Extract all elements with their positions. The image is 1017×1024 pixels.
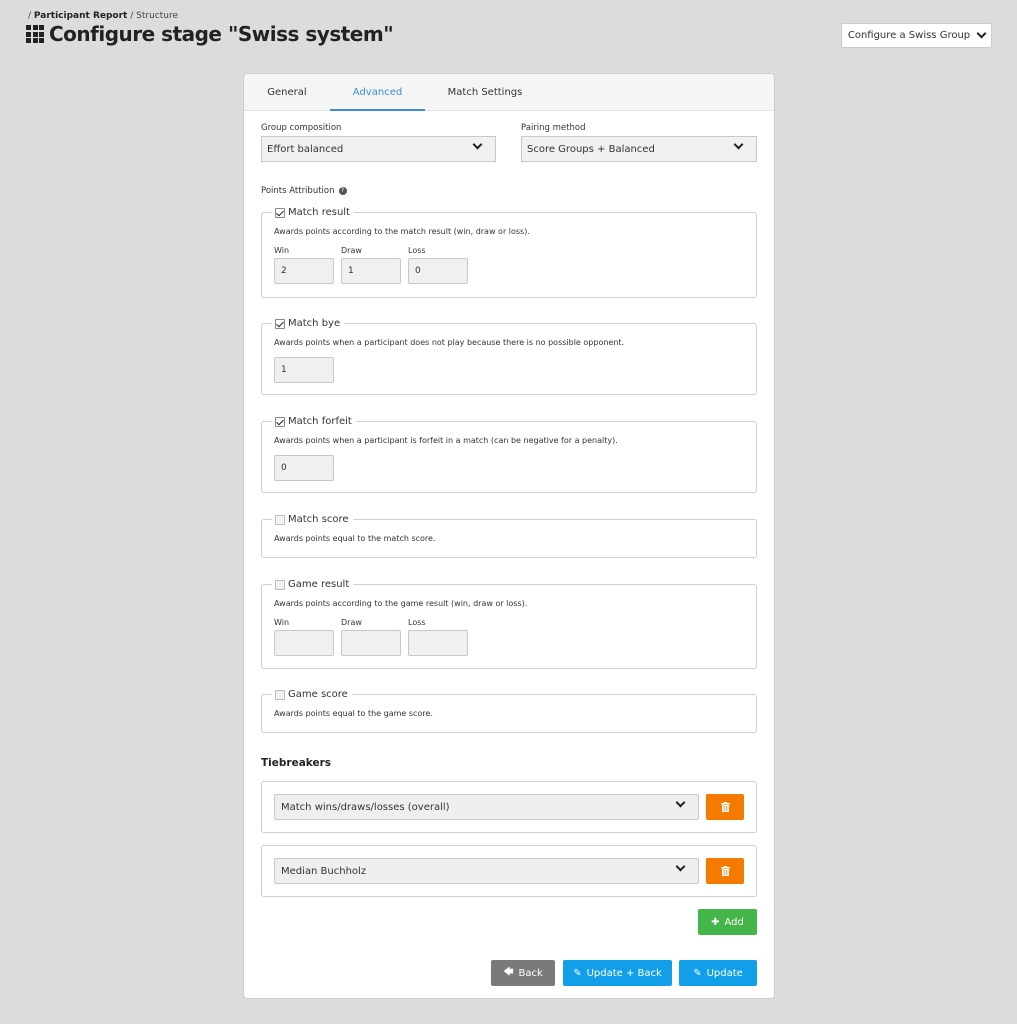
match-forfeit-legend[interactable]: Match forfeit xyxy=(272,414,356,429)
game-draw-points-input[interactable] xyxy=(341,630,401,656)
plus-icon: ✚ xyxy=(711,916,720,928)
add-tiebreaker-button[interactable]: ✚ Add xyxy=(698,909,757,935)
group-composition-select[interactable]: Effort balanced xyxy=(261,136,496,162)
tiebreaker-select[interactable]: Match wins/draws/losses (overall) xyxy=(274,794,699,820)
page-title-row: Configure stage "Swiss system" xyxy=(26,22,394,46)
match-bye-fieldset: Match bye Awards points when a participa… xyxy=(261,316,757,395)
pairing-method-select[interactable]: Score Groups + Balanced xyxy=(521,136,757,162)
game-score-description: Awards points equal to the game score. xyxy=(274,709,433,718)
trash-icon xyxy=(720,866,730,876)
group-composition-label: Group composition xyxy=(261,123,342,133)
draw-label: Draw xyxy=(341,246,362,255)
question-circle-icon[interactable]: ? xyxy=(338,186,347,195)
match-forfeit-checkbox[interactable] xyxy=(275,416,285,427)
breadcrumb: / Participant Report / Structure xyxy=(28,11,179,21)
tab-general[interactable]: General xyxy=(244,74,330,111)
back-button[interactable]: 🡄 Back xyxy=(491,960,555,986)
chevron-down-icon xyxy=(675,797,686,808)
stage-config-card: General Advanced Match Settings Group co… xyxy=(243,73,775,999)
delete-tiebreaker-button[interactable] xyxy=(706,858,744,884)
match-bye-points-input[interactable]: 1 xyxy=(274,357,334,383)
game-result-description: Awards points according to the game resu… xyxy=(274,599,528,608)
breadcrumb-current: Structure xyxy=(136,11,179,21)
chevron-down-icon xyxy=(733,139,744,150)
match-bye-checkbox[interactable] xyxy=(275,318,285,329)
game-result-checkbox[interactable] xyxy=(275,579,285,590)
match-win-points-input[interactable]: 2 xyxy=(274,258,334,284)
update-button[interactable]: ✎ Update xyxy=(679,960,757,986)
tab-advanced[interactable]: Advanced xyxy=(330,74,425,111)
match-score-description: Awards points equal to the match score. xyxy=(274,534,436,543)
draw-label: Draw xyxy=(341,618,362,627)
grid-icon xyxy=(26,25,44,43)
pencil-icon: ✎ xyxy=(573,967,582,979)
trash-icon xyxy=(720,802,730,812)
game-loss-points-input[interactable] xyxy=(408,630,468,656)
match-draw-points-input[interactable]: 1 xyxy=(341,258,401,284)
tiebreaker-item: Median Buchholz xyxy=(261,845,757,897)
win-label: Win xyxy=(274,246,290,255)
update-back-button[interactable]: ✎ Update + Back xyxy=(563,960,672,986)
loss-label: Loss xyxy=(408,246,426,255)
game-score-checkbox[interactable] xyxy=(275,689,285,700)
points-attribution-label: Points Attribution? xyxy=(261,186,347,196)
match-score-legend[interactable]: Match score xyxy=(272,512,353,527)
configure-swiss-group-button[interactable]: Configure a Swiss Group xyxy=(841,23,992,48)
match-loss-points-input[interactable]: 0 xyxy=(408,258,468,284)
tab-match-settings[interactable]: Match Settings xyxy=(430,74,540,111)
game-score-legend[interactable]: Game score xyxy=(272,687,352,702)
tiebreakers-title: Tiebreakers xyxy=(261,757,332,769)
match-result-legend[interactable]: Match result xyxy=(272,205,354,220)
match-bye-description: Awards points when a participant does no… xyxy=(274,338,625,347)
chevron-down-icon xyxy=(976,28,987,39)
game-score-fieldset: Game score Awards points equal to the ga… xyxy=(261,687,757,733)
pairing-method-label: Pairing method xyxy=(521,123,586,133)
game-result-fieldset: Game result Awards points according to t… xyxy=(261,577,757,669)
loss-label: Loss xyxy=(408,618,426,627)
match-forfeit-description: Awards points when a participant is forf… xyxy=(274,436,618,445)
tiebreaker-item: Match wins/draws/losses (overall) xyxy=(261,781,757,833)
match-forfeit-points-input[interactable]: 0 xyxy=(274,455,334,481)
game-result-legend[interactable]: Game result xyxy=(272,577,354,592)
breadcrumb-link-participant-report[interactable]: Participant Report xyxy=(34,11,127,21)
match-bye-legend[interactable]: Match bye xyxy=(272,316,345,331)
chevron-down-icon xyxy=(472,139,483,150)
chevron-down-icon xyxy=(675,861,686,872)
match-score-fieldset: Match score Awards points equal to the m… xyxy=(261,512,757,558)
match-result-fieldset: Match result Awards points according to … xyxy=(261,205,757,298)
tab-bar: General Advanced Match Settings xyxy=(244,74,774,111)
delete-tiebreaker-button[interactable] xyxy=(706,794,744,820)
game-win-points-input[interactable] xyxy=(274,630,334,656)
match-result-checkbox[interactable] xyxy=(275,207,285,218)
pencil-icon: ✎ xyxy=(693,967,702,979)
match-score-checkbox[interactable] xyxy=(275,514,285,525)
arrow-left-icon: 🡄 xyxy=(503,966,514,978)
page-title: Configure stage "Swiss system" xyxy=(49,22,394,46)
win-label: Win xyxy=(274,618,290,627)
match-forfeit-fieldset: Match forfeit Awards points when a parti… xyxy=(261,414,757,493)
tiebreaker-select[interactable]: Median Buchholz xyxy=(274,858,699,884)
match-result-description: Awards points according to the match res… xyxy=(274,227,530,236)
